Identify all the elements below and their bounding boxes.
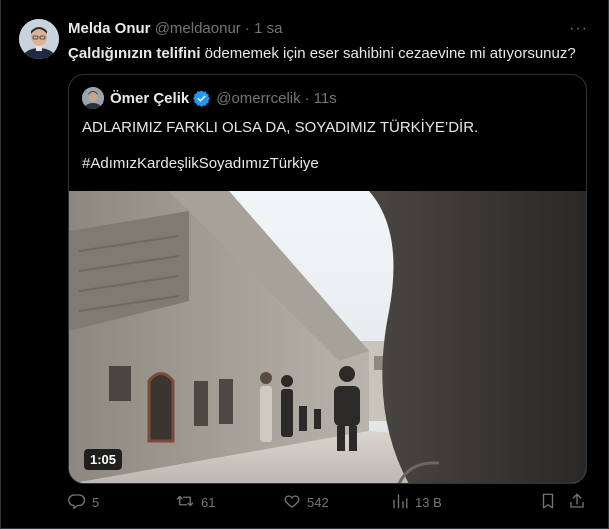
retweet-count: 61 <box>201 495 216 510</box>
tweet-text: Çaldığınızın telifini ödememek için eser… <box>68 44 576 64</box>
quoted-author-handle[interactable]: @omerrcelik <box>216 90 300 107</box>
tweet-text-rest: ödememek için eser sahibini cezaevine mi… <box>200 45 576 62</box>
more-options-button[interactable]: ··· <box>569 20 588 38</box>
quoted-text-line: ADLARIMIZ FARKLI OLSA DA, SOYADIMIZ TÜRK… <box>82 119 479 136</box>
like-count: 542 <box>307 495 329 510</box>
quoted-avatar[interactable] <box>82 87 104 109</box>
quoted-tweet-header: Ömer Çelik @omerrcelik · 11s <box>82 87 337 109</box>
views-icon <box>391 492 415 513</box>
avatar[interactable] <box>19 19 59 59</box>
reply-count: 5 <box>92 495 100 510</box>
tweet-time[interactable]: 1 sa <box>254 20 282 37</box>
tweet-container[interactable]: Melda Onur @meldaonur · 1 sa ··· Çaldığı… <box>0 0 609 529</box>
views-button[interactable]: 13 B <box>391 492 442 513</box>
reply-icon <box>68 492 92 513</box>
bookmark-icon <box>539 492 563 513</box>
quoted-separator-dot: · <box>304 89 310 107</box>
author-name[interactable]: Melda Onur <box>68 20 151 37</box>
tweet-header: Melda Onur @meldaonur · 1 sa <box>68 20 283 37</box>
heart-icon <box>283 492 307 513</box>
quoted-tweet[interactable]: Ömer Çelik @omerrcelik · 11s ADLARIMIZ F… <box>68 74 587 484</box>
bookmark-button[interactable] <box>539 492 563 513</box>
quoted-hashtag[interactable]: #AdımızKardeşlikSoyadımızTürkiye <box>82 155 319 172</box>
verified-badge-icon <box>193 89 211 107</box>
share-button[interactable] <box>568 492 592 513</box>
share-icon <box>568 492 592 513</box>
quoted-tweet-time[interactable]: 11s <box>314 90 337 107</box>
tweet-text-bold: Çaldığınızın telifini <box>68 45 201 62</box>
like-button[interactable]: 542 <box>283 492 329 513</box>
author-handle[interactable]: @meldaonur <box>155 20 241 37</box>
tweet-actions: 5 61 542 13 B <box>68 492 588 514</box>
retweet-icon <box>175 492 201 513</box>
retweet-button[interactable]: 61 <box>175 492 215 513</box>
video-duration: 1:05 <box>84 449 123 470</box>
reply-button[interactable]: 5 <box>68 492 99 513</box>
video-player[interactable] <box>69 191 586 483</box>
views-count: 13 B <box>415 495 442 510</box>
quoted-author-name[interactable]: Ömer Çelik <box>110 90 189 107</box>
separator-dot: · <box>244 20 250 37</box>
more-horizontal-icon: ··· <box>569 20 588 37</box>
